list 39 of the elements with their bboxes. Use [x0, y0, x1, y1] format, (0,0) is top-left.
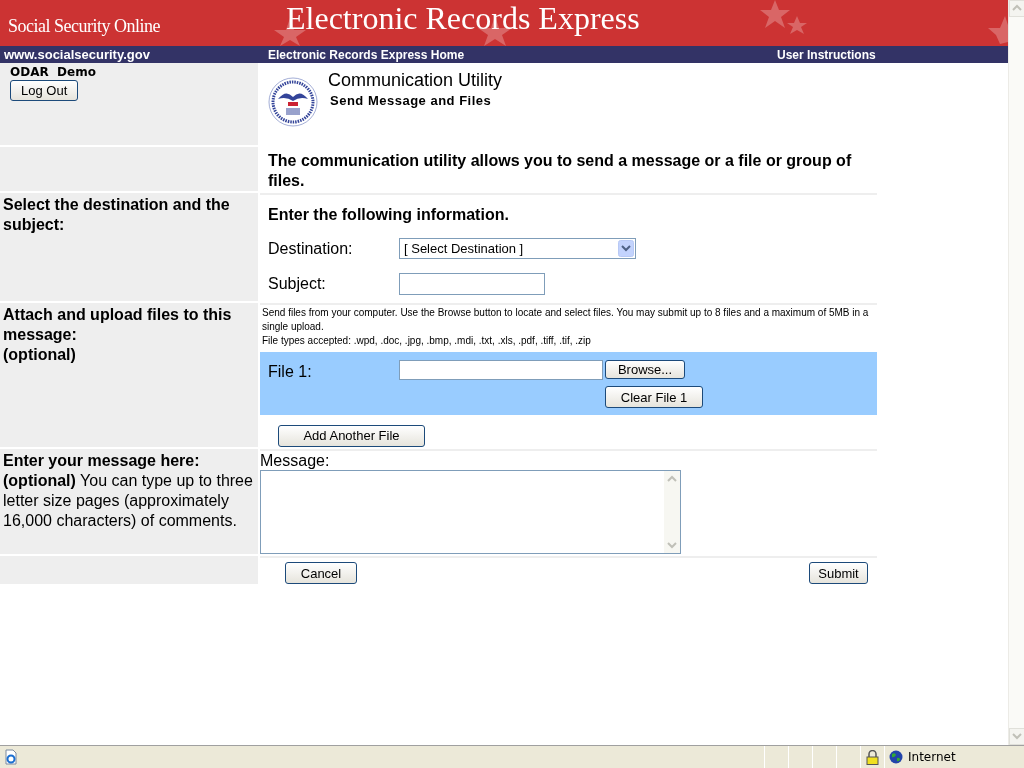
intro-text: The communication utility allows you to send a message or a file or group of files.: [267, 151, 853, 191]
security-zone-label: Internet: [908, 749, 956, 766]
page-scrollbar[interactable]: [1008, 0, 1024, 745]
optional-label: (optional): [3, 345, 77, 365]
add-file-button[interactable]: Add Another File: [278, 424, 425, 447]
site-title: Electronic Records Express: [286, 2, 640, 34]
browser-page-icon: [3, 749, 19, 765]
logout-button[interactable]: Log Out: [10, 80, 79, 101]
section-label: Select the destination and the subject:: [3, 195, 231, 235]
instructions-link[interactable]: User Instructions: [777, 45, 876, 64]
file-label: File 1:: [268, 362, 313, 382]
browse-button[interactable]: Browse...: [605, 360, 685, 379]
message-label: Message:: [260, 451, 331, 470]
scroll-down-icon[interactable]: [1009, 728, 1024, 745]
lock-icon: [866, 749, 879, 765]
user-name: ODAR Demo: [10, 65, 96, 79]
field-label: Subject:: [268, 273, 327, 294]
message-textarea[interactable]: [260, 470, 681, 554]
agency-seal-drawing: [268, 77, 318, 127]
site-name: Social Security Online: [8, 15, 161, 38]
section-label: Enter your message here:: [3, 451, 201, 471]
section-heading: Enter the following information.: [268, 205, 510, 225]
subject-field[interactable]: [399, 272, 545, 295]
globe-icon: [889, 750, 903, 764]
cancel-button[interactable]: Cancel: [285, 562, 357, 584]
scroll-up-icon[interactable]: [1009, 0, 1024, 17]
destination-select[interactable]: [ Select Destination ]: [399, 238, 636, 259]
site-link[interactable]: www.socialsecurity.gov: [4, 44, 268, 65]
message-note: (optional) You can type up to three letter size pages (approximately 16,000 characters) of comments.: [3, 471, 254, 531]
upload-instructions: Send files from your computer. Use the Browse button to locate and select files. You may submit up to 8 files and a maximum of 5MB in a single upload.: [261, 306, 870, 334]
page-subtitle: Send Message and Files: [330, 92, 493, 110]
submit-button[interactable]: Submit: [809, 562, 868, 584]
clear-file-button[interactable]: Clear File 1: [605, 386, 703, 408]
home-link[interactable]: Electronic Records Express Home: [268, 45, 777, 64]
page-title: Communication Utility: [328, 69, 503, 91]
file-path-field[interactable]: [399, 360, 603, 380]
file-types-note: File types accepted: .wpd, .doc, .jpg, .bmp, .mdi, .txt, .xls, .pdf, .tiff, .tif, .zip: [261, 334, 592, 348]
section-label: Attach and upload files to this message:: [3, 305, 233, 345]
field-label: Destination:: [268, 238, 354, 259]
